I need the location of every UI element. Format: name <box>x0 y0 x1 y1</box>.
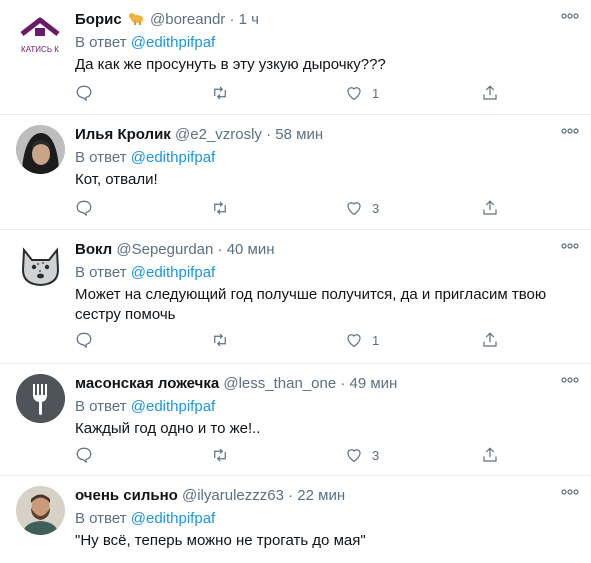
timestamp[interactable]: 1 ч <box>239 11 259 28</box>
share-button[interactable] <box>481 329 499 351</box>
author-handle[interactable]: @e2_vzrosly <box>175 126 262 143</box>
timestamp[interactable]: 22 мин <box>297 487 345 504</box>
tweet-text: Каждый год одно и то же!.. <box>75 420 261 437</box>
tweet-text: Кот, отвали! <box>75 171 158 188</box>
mention-link[interactable]: @edithpifpaf <box>131 264 215 281</box>
tweet[interactable]: очень сильно @ilyarulezzz63 · 22 мин В о… <box>0 476 591 563</box>
timestamp[interactable]: 58 мин <box>275 126 323 143</box>
bearded-man-avatar[interactable] <box>16 486 65 535</box>
tweet-header: Борис @boreandr · 1 ч <box>75 11 259 30</box>
retweet-icon <box>214 201 226 215</box>
timestamp[interactable]: 40 мин <box>227 241 275 258</box>
share-button[interactable] <box>481 444 499 466</box>
tweet[interactable]: Илья Кролик @e2_vzrosly · 58 мин В ответ… <box>0 115 591 230</box>
retweet-button[interactable] <box>211 444 229 466</box>
share-icon <box>483 332 497 347</box>
tweet-text: "Ну всё, теперь можно не трогать до мая" <box>75 532 366 549</box>
reply-icon <box>76 200 92 217</box>
mention-link[interactable]: @edithpifpaf <box>131 149 215 166</box>
share-icon <box>483 200 497 215</box>
share-icon <box>483 447 497 462</box>
timestamp[interactable]: 49 мин <box>350 375 398 392</box>
tweet[interactable]: масонская ложечка @less_than_one · 49 ми… <box>0 364 591 476</box>
author-handle[interactable]: @ilyarulezzz63 <box>182 487 284 504</box>
tweet[interactable]: КАТИСЬ К Борис @boreandr · 1 ч В ответ @… <box>0 0 591 115</box>
more-options-icon[interactable] <box>561 127 579 135</box>
reply-context: В ответ @edithpifpaf <box>75 264 216 281</box>
mention-link[interactable]: @edithpifpaf <box>131 34 215 51</box>
more-options-icon[interactable] <box>561 242 579 250</box>
author-name[interactable]: масонская ложечка <box>75 375 219 392</box>
tweet-header: Вокл @Sepegurdan · 40 мин <box>75 241 275 258</box>
author-name[interactable]: Илья Кролик <box>75 126 171 143</box>
share-button[interactable] <box>481 82 499 104</box>
like-button[interactable]: 1 <box>345 329 379 351</box>
author-name[interactable]: очень сильно <box>75 487 178 504</box>
heart-icon <box>347 87 361 101</box>
reply-context: В ответ @edithpifpaf <box>75 34 216 51</box>
like-count: 3 <box>372 200 380 216</box>
tweet[interactable]: Вокл @Sepegurdan · 40 мин В ответ @edith… <box>0 230 591 364</box>
roof-logo-avatar[interactable]: КАТИСЬ К <box>16 10 65 59</box>
author-handle[interactable]: @Sepegurdan <box>116 241 213 258</box>
tweet-actions: 1 <box>75 329 515 351</box>
more-options-icon[interactable] <box>561 488 579 496</box>
wolf-avatar[interactable] <box>16 240 65 289</box>
avatar-caption: КАТИСЬ К <box>21 45 59 54</box>
retweet-icon <box>214 86 226 100</box>
like-count: 1 <box>372 85 380 101</box>
heart-icon <box>347 334 361 348</box>
reply-context: В ответ @edithpifpaf <box>75 398 216 415</box>
author-name[interactable]: Вокл <box>75 241 112 258</box>
heart-icon <box>347 449 361 463</box>
retweet-button[interactable] <box>211 197 229 219</box>
reply-icon <box>76 447 92 464</box>
retweet-button[interactable] <box>211 82 229 104</box>
more-options-icon[interactable] <box>561 12 579 20</box>
author-name[interactable]: Борис <box>75 11 122 28</box>
like-count: 1 <box>372 332 380 348</box>
reply-button[interactable] <box>75 197 93 219</box>
tweet-header: очень сильно @ilyarulezzz63 · 22 мин <box>75 487 346 504</box>
tweet-actions: 3 <box>75 197 515 219</box>
reply-button[interactable] <box>75 444 93 466</box>
author-handle[interactable]: @boreandr <box>150 11 225 28</box>
author-handle[interactable]: @less_than_one <box>223 375 336 392</box>
reply-button[interactable] <box>75 329 93 351</box>
tweet-text: Может на следующий год получше получится… <box>75 286 547 323</box>
more-options-icon[interactable] <box>561 376 579 384</box>
mention-link[interactable]: @edithpifpaf <box>131 510 215 527</box>
retweet-button[interactable] <box>211 329 229 351</box>
tweet-text: Да как же просунуть в эту узкую дырочку?… <box>75 56 386 73</box>
hooded-person-avatar[interactable] <box>16 125 65 174</box>
like-button[interactable]: 3 <box>345 444 379 466</box>
share-icon <box>483 85 497 100</box>
tweet-header: Илья Кролик @e2_vzrosly · 58 мин <box>75 126 324 143</box>
tweet-actions: 1 <box>75 82 515 104</box>
reply-icon <box>76 332 92 349</box>
tweet-header: масонская ложечка @less_than_one · 49 ми… <box>75 375 398 392</box>
fork-avatar[interactable] <box>16 374 65 423</box>
like-count: 3 <box>372 447 380 463</box>
reply-icon <box>76 85 92 102</box>
reply-context: В ответ @edithpifpaf <box>75 510 216 527</box>
mention-link[interactable]: @edithpifpaf <box>131 398 215 415</box>
retweet-icon <box>214 448 226 462</box>
tweet-actions: 3 <box>75 444 515 466</box>
heart-icon <box>347 202 361 216</box>
retweet-icon <box>214 333 226 347</box>
reply-context: В ответ @edithpifpaf <box>75 149 216 166</box>
like-button[interactable]: 1 <box>345 82 379 104</box>
dog-icon <box>128 11 144 30</box>
share-button[interactable] <box>481 197 499 219</box>
reply-button[interactable] <box>75 82 93 104</box>
like-button[interactable]: 3 <box>345 197 379 219</box>
